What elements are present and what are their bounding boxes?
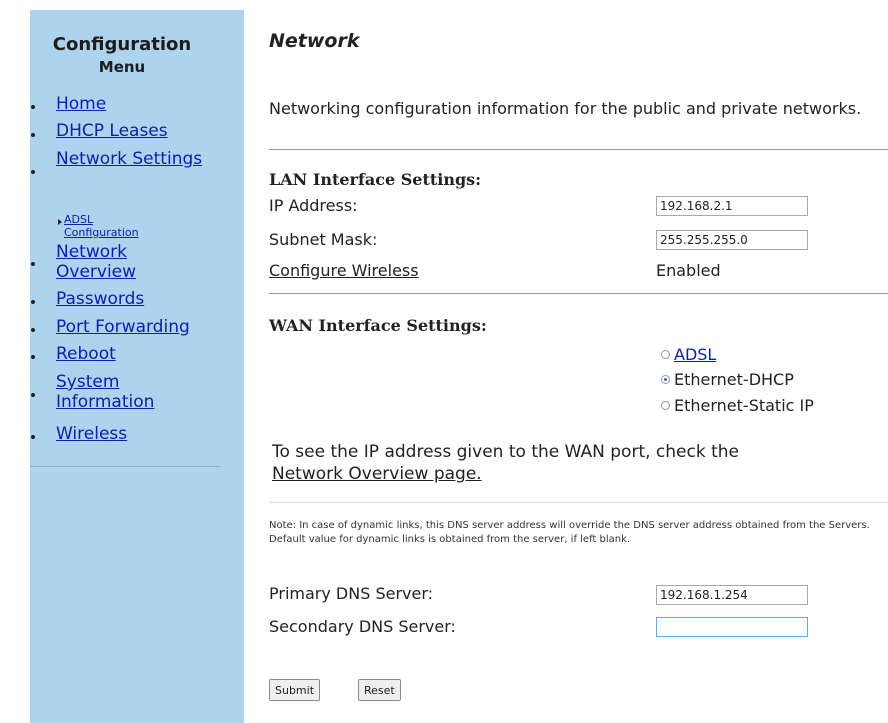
primary-dns-input[interactable] xyxy=(656,585,808,605)
lan-settings-heading: LAN Interface Settings: xyxy=(269,170,482,189)
radio-icon[interactable] xyxy=(661,350,670,359)
network-config-page: Configuration Menu Home DHCP Leases Netw… xyxy=(0,0,888,723)
sidebar-item-reboot[interactable]: Reboot xyxy=(56,344,116,364)
submit-button[interactable]: Submit xyxy=(269,679,321,701)
sidebar-item-wireless[interactable]: Wireless xyxy=(56,424,127,444)
secondary-dns-label: Secondary DNS Server: xyxy=(269,617,456,636)
bullet-icon xyxy=(31,133,35,137)
bullet-icon xyxy=(31,328,35,332)
network-overview-page-link[interactable]: Network Overview page. xyxy=(272,464,482,484)
radio-icon[interactable] xyxy=(661,401,670,410)
sidebar-item-network-overview[interactable]: Network Overview xyxy=(56,242,206,282)
bullet-icon xyxy=(31,393,35,397)
wan-option-ethernet-static[interactable]: Ethernet-Static IP xyxy=(661,396,814,416)
wan-settings-heading: WAN Interface Settings: xyxy=(269,316,487,335)
bullet-icon xyxy=(31,300,35,304)
wan-option-ethernet-dhcp[interactable]: Ethernet-DHCP xyxy=(661,370,794,390)
wan-option-label[interactable]: ADSL xyxy=(674,345,716,364)
bullet-icon xyxy=(31,355,35,359)
section-divider xyxy=(269,149,888,150)
sidebar-item-passwords[interactable]: Passwords xyxy=(56,289,144,309)
sidebar-item-system-information[interactable]: System Information xyxy=(56,372,206,412)
page-title: Network xyxy=(269,30,360,52)
menu-title-line2: Menu xyxy=(98,58,146,76)
subnet-mask-label: Subnet Mask: xyxy=(269,230,378,249)
bullet-icon xyxy=(31,170,35,174)
menu-title: Configuration Menu xyxy=(30,34,214,78)
wan-option-label: Ethernet-DHCP xyxy=(674,370,794,389)
sidebar-item-home[interactable]: Home xyxy=(56,94,106,114)
page-description: Networking configuration information for… xyxy=(269,99,862,118)
section-divider xyxy=(269,293,888,294)
ip-address-input[interactable] xyxy=(656,196,808,216)
ip-address-label: IP Address: xyxy=(269,196,358,215)
sidebar-item-network-settings[interactable]: Network Settings xyxy=(56,149,206,169)
secondary-dns-input[interactable] xyxy=(656,617,808,637)
dns-note: Note: In case of dynamic links, this DNS… xyxy=(269,520,870,545)
sidebar-item-port-forwarding[interactable]: Port Forwarding xyxy=(56,317,190,337)
wireless-status: Enabled xyxy=(656,261,721,280)
wan-info-text: To see the IP address given to the WAN p… xyxy=(272,441,872,485)
section-divider xyxy=(269,502,888,503)
bullet-icon xyxy=(31,262,35,266)
bullet-icon xyxy=(31,105,35,109)
configure-wireless-link[interactable]: Configure Wireless xyxy=(269,261,419,281)
sidebar-item-dhcp-leases[interactable]: DHCP Leases xyxy=(56,121,168,141)
subnet-mask-input[interactable] xyxy=(656,230,808,250)
sidebar-divider xyxy=(30,466,220,467)
bullet-icon xyxy=(31,435,35,439)
primary-dns-label: Primary DNS Server: xyxy=(269,584,434,603)
wan-info-prefix: To see the IP address given to the WAN p… xyxy=(272,442,739,462)
configuration-sidebar: Configuration Menu xyxy=(30,10,244,723)
wan-option-label: Ethernet-Static IP xyxy=(674,396,814,415)
sub-bullet-icon xyxy=(58,219,62,225)
menu-title-line1: Configuration xyxy=(52,34,192,55)
reset-button[interactable]: Reset xyxy=(358,679,401,701)
wan-option-adsl[interactable]: ADSL xyxy=(661,345,716,365)
radio-selected-icon[interactable] xyxy=(661,375,670,384)
sidebar-item-adsl-configuration[interactable]: ADSL Configuration xyxy=(64,213,139,239)
